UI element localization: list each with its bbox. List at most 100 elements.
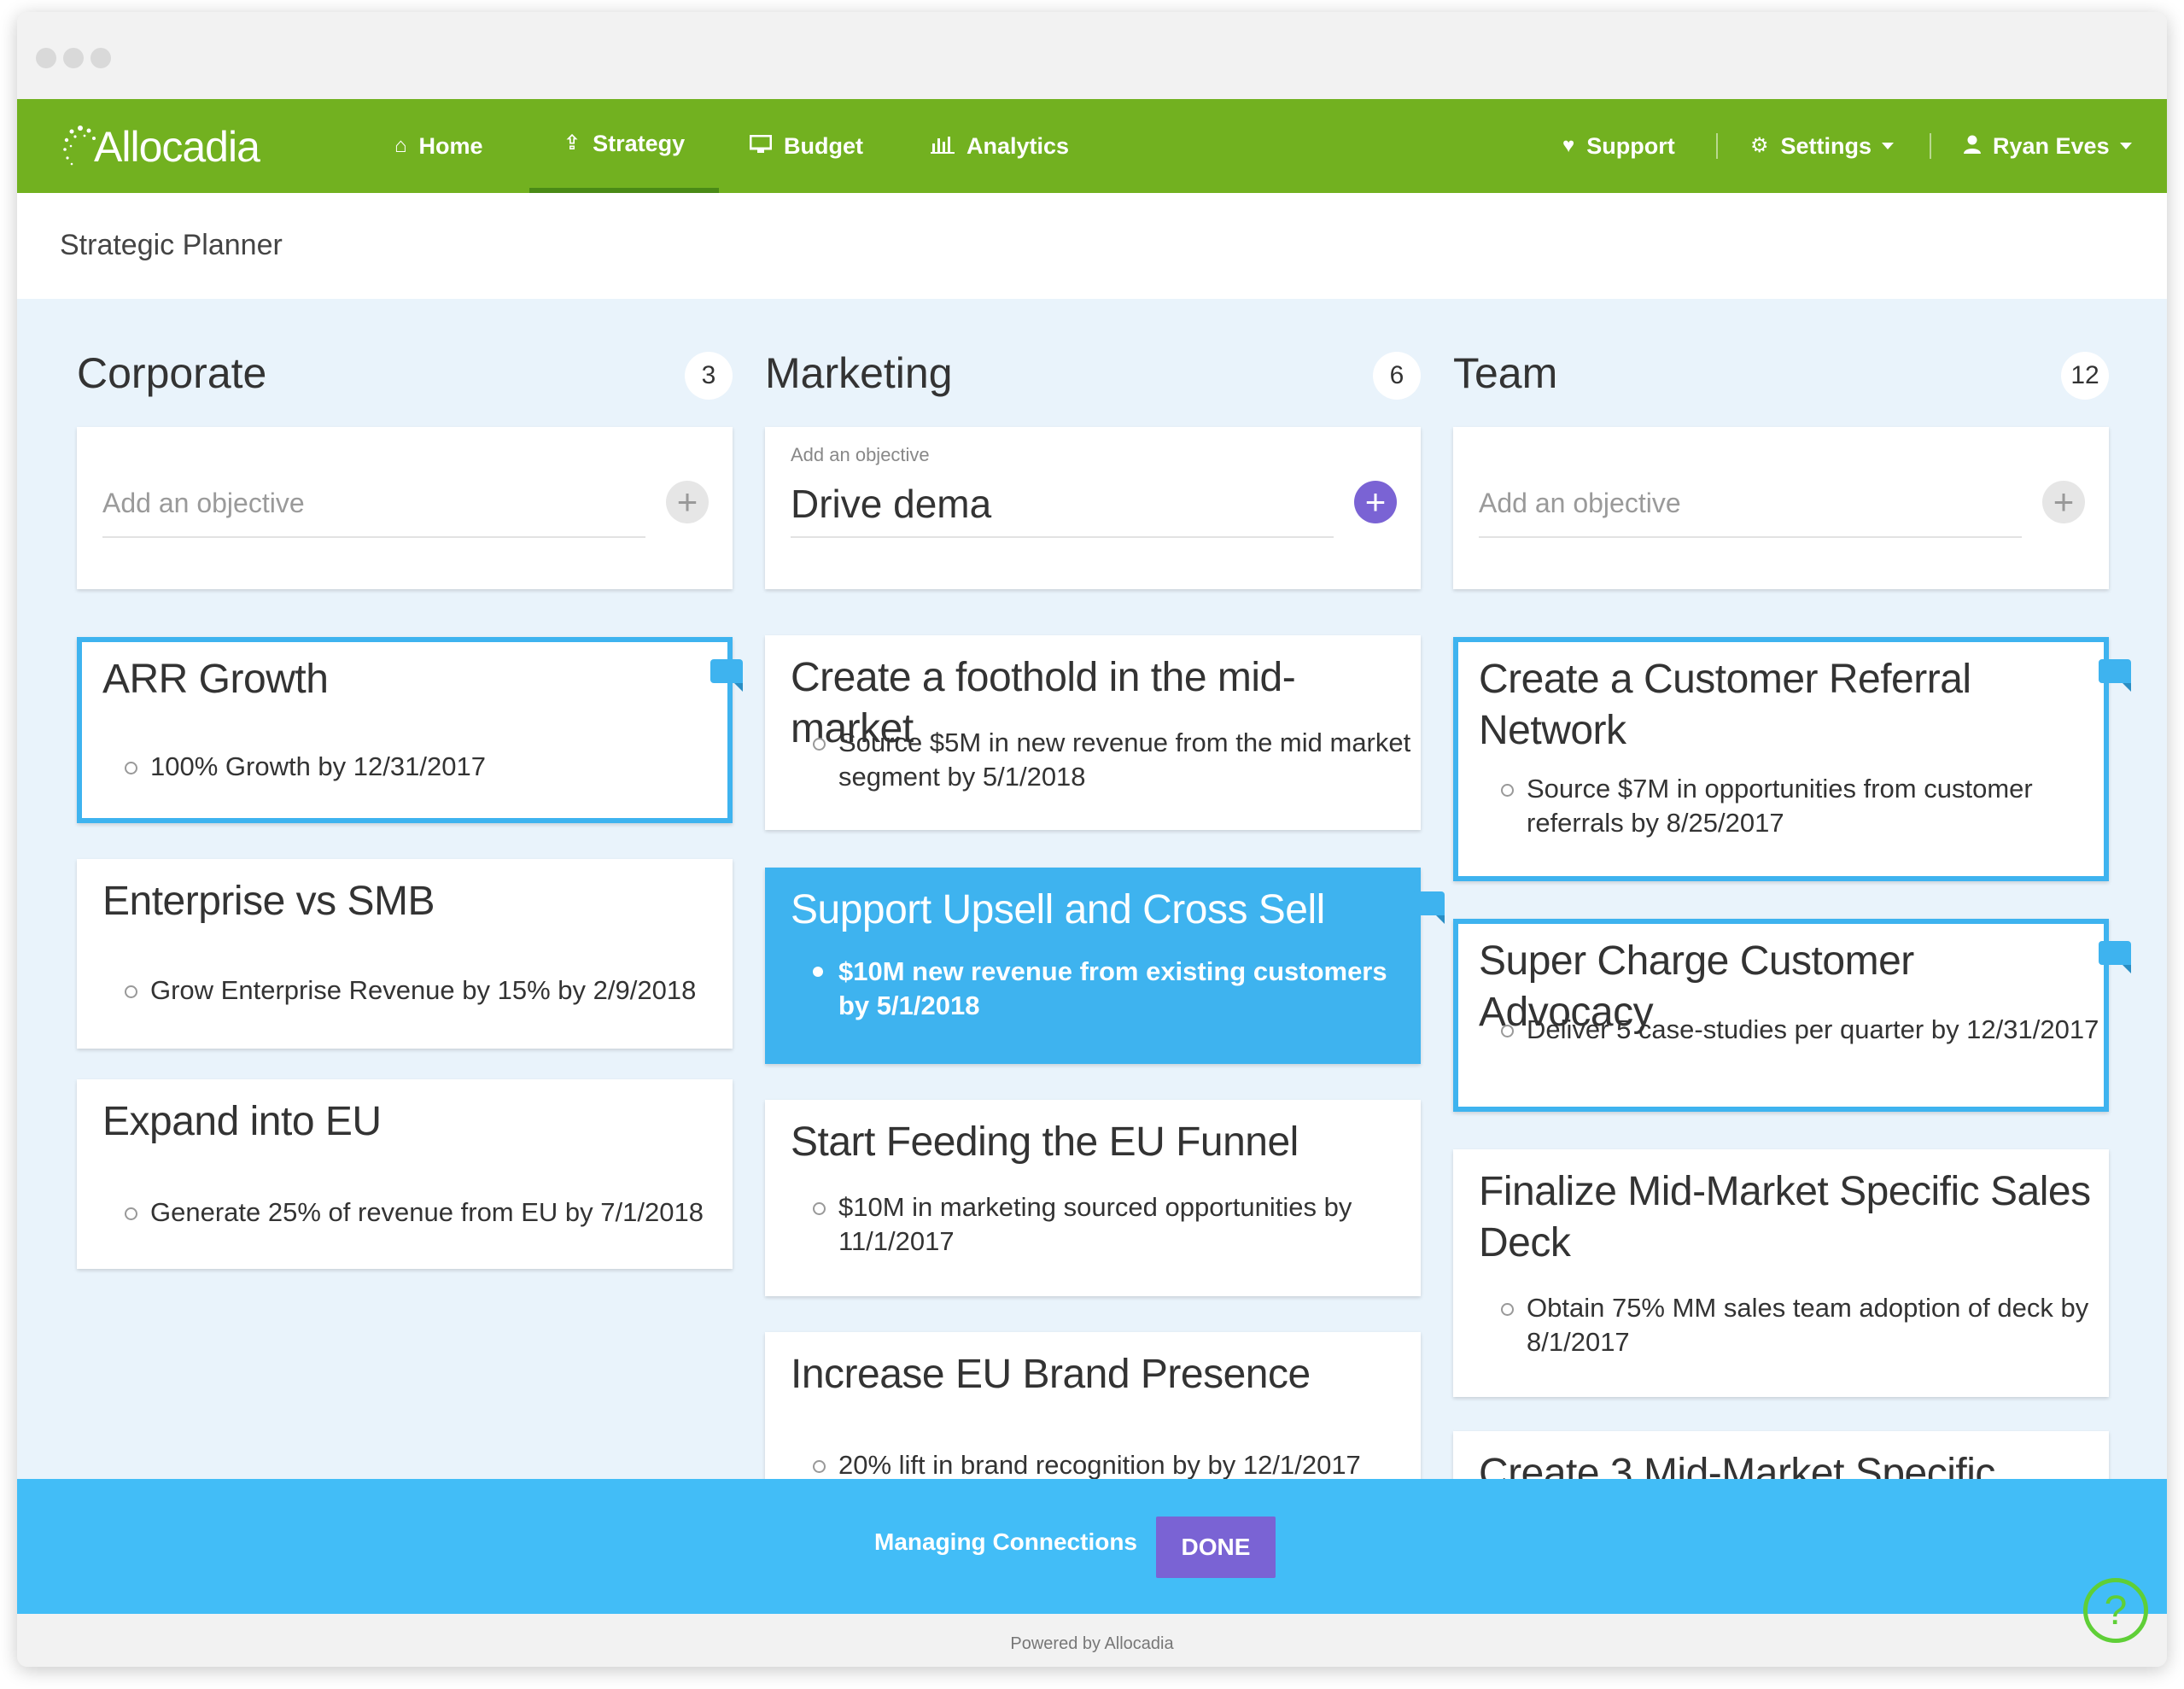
nav-home[interactable]: ⌂ Home (394, 99, 483, 193)
add-objective-input[interactable] (791, 471, 1334, 538)
objective-card-enterprise-vs-smb[interactable]: Enterprise vs SMB Grow Enterprise Revenu… (77, 859, 733, 1049)
nav-budget-label: Budget (784, 132, 863, 159)
add-objective-button[interactable]: + (666, 481, 709, 523)
connection-flag-icon[interactable] (1412, 891, 1445, 924)
add-objective-card: Add an objective + (765, 427, 1421, 589)
plus-icon: + (676, 482, 698, 522)
key-result-bullet-icon (125, 985, 137, 998)
nav-home-label: Home (418, 132, 483, 159)
objective-title: Expand into EU (102, 1099, 382, 1144)
objective-card-arr-growth[interactable]: ARR Growth 100% Growth by 12/31/2017 (77, 637, 733, 823)
footer: Powered by Allocadia (17, 1614, 2167, 1667)
nav-budget[interactable]: Budget (749, 99, 863, 193)
objective-card-upsell-cross-sell[interactable]: Support Upsell and Cross Sell $10M new r… (765, 868, 1421, 1064)
page-title: Strategic Planner (60, 229, 283, 261)
chevron-down-icon (2119, 143, 2132, 149)
key-result-text: $10M new revenue from existing customers… (838, 956, 1387, 1020)
nav-strategy[interactable]: ⇪ Strategy (529, 99, 720, 193)
column-count-badge: 6 (1373, 352, 1421, 400)
gear-icon: ⚙ (1750, 134, 1769, 157)
objective-title: ARR Growth (102, 657, 329, 702)
top-nav: Allocadia ⌂ Home ⇪ Strategy Budget Analy… (17, 99, 2167, 193)
nav-user-label: Ryan Eves (1993, 132, 2110, 159)
powered-by-text: Powered by Allocadia (1010, 1634, 1174, 1653)
plus-icon: + (2053, 482, 2075, 522)
key-result-bullet-icon (1501, 784, 1514, 797)
key-result-text: 100% Growth by 12/31/2017 (150, 751, 486, 781)
nav-support[interactable]: ♥ Support (1562, 99, 1675, 193)
add-objective-card: + (1453, 427, 2109, 589)
objective-card-eu-brand-presence[interactable]: Increase EU Brand Presence 20% lift in b… (765, 1332, 1421, 1491)
window-zoom-dot[interactable] (91, 48, 111, 68)
nav-analytics-label: Analytics (966, 132, 1070, 159)
browser-window: Allocadia ⌂ Home ⇪ Strategy Budget Analy… (17, 12, 2167, 1667)
add-objective-input[interactable] (102, 470, 645, 538)
key-result: Source $7M in opportunities from custome… (1501, 772, 2107, 840)
column-title: Corporate (77, 349, 267, 397)
add-objective-input[interactable] (1479, 470, 2022, 538)
column-title: Marketing (765, 349, 953, 397)
add-objective-button[interactable]: + (1354, 481, 1397, 523)
objective-card-mid-market-foothold[interactable]: Create a foothold in the mid-market Sour… (765, 635, 1421, 830)
question-mark-icon: ? (2104, 1587, 2128, 1633)
key-result-bullet-icon (125, 762, 137, 774)
nav-divider (1716, 133, 1718, 159)
connection-flag-icon[interactable] (2099, 941, 2131, 973)
objective-title: Start Feeding the EU Funnel (791, 1119, 1299, 1165)
key-result-bullet-icon (125, 1207, 137, 1220)
logo-sparkle-icon (61, 123, 99, 171)
objective-card-referral-network[interactable]: Create a Customer Referral Network Sourc… (1453, 637, 2109, 881)
add-objective-button[interactable]: + (2042, 481, 2085, 523)
objective-card-eu-funnel[interactable]: Start Feeding the EU Funnel $10M in mark… (765, 1100, 1421, 1296)
key-result-text: Generate 25% of revenue from EU by 7/1/2… (150, 1197, 704, 1227)
column-corporate: Corporate 3 + ARR Growth 100% Growth by … (77, 299, 743, 1491)
column-count-badge: 12 (2061, 352, 2109, 400)
nav-divider (1930, 133, 1931, 159)
objective-card-customer-advocacy[interactable]: Super Charge Customer Advocacy Deliver 5… (1453, 919, 2109, 1112)
app-logo[interactable]: Allocadia (61, 123, 260, 171)
key-result-bullet-icon (813, 1202, 826, 1215)
managing-connections-bar: Managing Connections DONE (17, 1479, 2167, 1614)
key-result: $10M new revenue from existing customers… (813, 955, 1419, 1023)
connection-flag-icon[interactable] (710, 659, 743, 692)
column-team: Team 12 + Create a Customer Referral Net… (1453, 299, 2131, 1491)
connection-flag-icon[interactable] (2099, 659, 2131, 692)
nav-support-label: Support (1586, 132, 1675, 159)
objective-card-sales-deck[interactable]: Finalize Mid-Market Specific Sales Deck … (1453, 1149, 2109, 1397)
window-minimize-dot[interactable] (63, 48, 84, 68)
window-close-dot[interactable] (36, 48, 56, 68)
key-result-bullet-icon (813, 967, 823, 977)
key-result-text: Grow Enterprise Revenue by 15% by 2/9/20… (150, 975, 697, 1005)
monitor-icon (749, 134, 773, 158)
objective-card-expand-into-eu[interactable]: Expand into EU Generate 25% of revenue f… (77, 1079, 733, 1269)
key-result: Generate 25% of revenue from EU by 7/1/2… (125, 1195, 731, 1230)
help-button[interactable]: ? (2083, 1578, 2148, 1643)
nav-settings-label: Settings (1780, 132, 1872, 159)
home-icon: ⌂ (394, 134, 407, 157)
key-result-text: 20% lift in brand recognition by by 12/1… (838, 1450, 1361, 1480)
key-result-bullet-icon (813, 738, 826, 751)
done-button[interactable]: DONE (1156, 1517, 1276, 1578)
key-result-bullet-icon (1501, 1303, 1514, 1316)
column-title: Team (1453, 349, 1558, 397)
chevron-down-icon (1882, 143, 1895, 149)
bar-chart-icon (931, 135, 955, 158)
key-result-text: Source $7M in opportunities from custome… (1527, 774, 2033, 838)
key-result-text: Deliver 5 case-studies per quarter by 12… (1527, 1014, 2099, 1044)
add-objective-label: Add an objective (791, 444, 930, 465)
key-result-bullet-icon (813, 1460, 826, 1473)
add-objective-card: + (77, 427, 733, 589)
managing-connections-text: Managing Connections (874, 1528, 1137, 1555)
key-result: Source $5M in new revenue from the mid m… (813, 726, 1419, 794)
nav-settings[interactable]: ⚙ Settings (1750, 99, 1895, 193)
objective-title: Enterprise vs SMB (102, 879, 435, 924)
key-result: Obtain 75% MM sales team adoption of dec… (1501, 1291, 2107, 1359)
nav-analytics[interactable]: Analytics (931, 99, 1069, 193)
strategy-board: Corporate 3 + ARR Growth 100% Growth by … (17, 299, 2167, 1491)
key-result-text: Source $5M in new revenue from the mid m… (838, 728, 1411, 792)
nav-user-menu[interactable]: Ryan Eves (1964, 99, 2132, 193)
objective-title: Create a Customer Referral Network (1479, 657, 1971, 753)
objective-title: Finalize Mid-Market Specific Sales Deck (1479, 1169, 2091, 1265)
objective-title: Increase EU Brand Presence (791, 1352, 1311, 1397)
user-icon (1964, 135, 1981, 158)
